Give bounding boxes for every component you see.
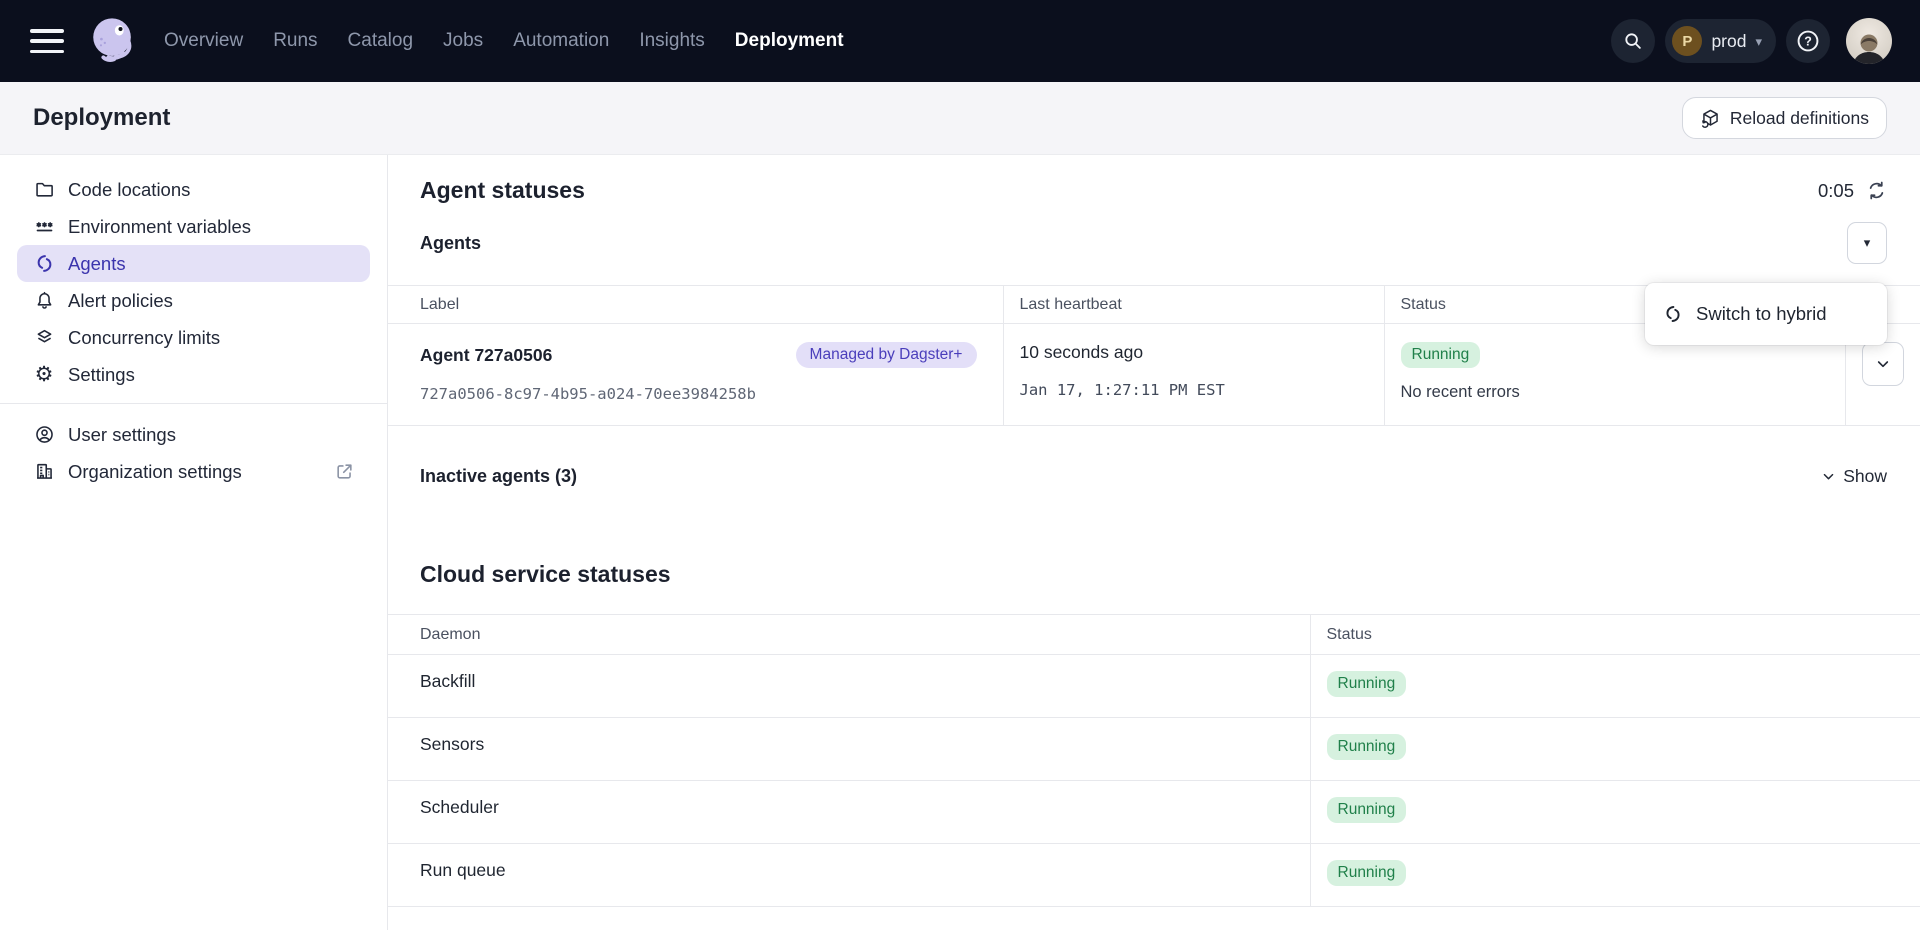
agents-heading: Agents [420, 233, 481, 254]
daemon-table-header-row: Daemon Status [388, 615, 1920, 655]
agent-id: 727a0506-8c97-4b95-a024-70ee3984258b [420, 385, 987, 403]
agent-icon [33, 253, 55, 274]
cloud-service-statuses-title: Cloud service statuses [420, 561, 1920, 588]
chevron-down-icon [1875, 356, 1891, 372]
column-header-last-heartbeat: Last heartbeat [1003, 286, 1384, 324]
folder-icon [33, 179, 55, 200]
managed-by-badge: Managed by Dagster+ [796, 342, 977, 368]
page-header: Deployment Reload definitions [0, 82, 1920, 155]
page-body: Code locations Environment variables [0, 155, 1920, 930]
building-icon [33, 461, 55, 482]
user-avatar[interactable] [1846, 18, 1892, 64]
reload-definitions-label: Reload definitions [1730, 108, 1869, 129]
help-button[interactable]: ? [1786, 19, 1830, 63]
sidebar-item-alert-policies[interactable]: Alert policies [17, 282, 370, 319]
top-nav: Overview Runs Catalog Jobs Automation In… [0, 0, 1920, 82]
nav-item-insights[interactable]: Insights [639, 30, 704, 52]
status-badge: Running [1401, 342, 1481, 368]
workspace-name: prod [1711, 31, 1746, 52]
status-note: No recent errors [1401, 383, 1829, 402]
sidebar-item-concurrency-limits[interactable]: Concurrency limits [17, 319, 370, 356]
sidebar-item-label: Alert policies [68, 290, 173, 312]
column-header-label: Label [388, 286, 1003, 324]
sidebar-item-environment-variables[interactable]: Environment variables [17, 208, 370, 245]
daemon-name: Scheduler [420, 797, 499, 817]
user-icon [33, 424, 55, 445]
dagster-deployment-page: Overview Runs Catalog Jobs Automation In… [0, 0, 1920, 930]
main-content: Agent statuses 0:05 Agents [388, 155, 1920, 930]
status-badge: Running [1327, 797, 1407, 823]
nav-item-overview[interactable]: Overview [164, 30, 243, 52]
nav-item-runs[interactable]: Runs [273, 30, 317, 52]
chevron-down-icon [1821, 469, 1836, 484]
search-button[interactable] [1611, 19, 1655, 63]
status-badge: Running [1327, 734, 1407, 760]
nav-item-deployment[interactable]: Deployment [735, 30, 844, 52]
column-header-status: Status [1310, 615, 1920, 655]
svg-text:?: ? [1804, 35, 1812, 49]
workspace-switcher[interactable]: P prod ▾ [1665, 19, 1776, 63]
daemon-name: Backfill [420, 671, 475, 691]
agents-menu-trigger-button[interactable]: ▾ [1847, 222, 1887, 264]
sidebar-item-settings[interactable]: ⚙ Settings [17, 356, 370, 393]
heartbeat-relative: 10 seconds ago [1020, 342, 1368, 363]
agent-row-actions-button[interactable] [1862, 342, 1904, 386]
agent-name: Agent 727a0506 [420, 345, 552, 366]
gear-icon: ⚙ [33, 364, 55, 385]
show-label: Show [1843, 466, 1887, 487]
sidebar-item-label: Concurrency limits [68, 327, 220, 349]
daemon-name: Run queue [420, 860, 506, 880]
sidebar-divider [0, 403, 387, 404]
daemon-name: Sensors [420, 734, 484, 754]
table-row: Backfill Running [388, 655, 1920, 718]
sidebar-item-label: Organization settings [68, 461, 242, 483]
table-row: Run queue Running [388, 844, 1920, 907]
sidebar-item-organization-settings[interactable]: Organization settings [17, 453, 370, 490]
nav-links: Overview Runs Catalog Jobs Automation In… [164, 30, 844, 52]
menu-item-switch-to-hybrid[interactable]: Switch to hybrid [1645, 289, 1887, 339]
deployment-sidebar: Code locations Environment variables [0, 155, 388, 930]
sidebar-item-user-settings[interactable]: User settings [17, 416, 370, 453]
page-title: Deployment [33, 104, 170, 132]
sidebar-item-label: Settings [68, 364, 135, 386]
nav-item-catalog[interactable]: Catalog [348, 30, 414, 52]
nav-item-automation[interactable]: Automation [513, 30, 609, 52]
help-icon: ? [1795, 28, 1821, 54]
cloud-services-table: Daemon Status Backfill Running Sensors R… [388, 614, 1920, 907]
refresh-icon[interactable] [1866, 180, 1887, 201]
nav-item-jobs[interactable]: Jobs [443, 30, 483, 52]
sidebar-item-label: User settings [68, 424, 176, 446]
sidebar-item-label: Code locations [68, 179, 190, 201]
hamburger-menu-icon[interactable] [30, 29, 64, 53]
env-vars-icon [33, 216, 55, 237]
status-badge: Running [1327, 671, 1407, 697]
show-inactive-agents-button[interactable]: Show [1821, 466, 1887, 487]
sidebar-item-agents[interactable]: Agents [17, 245, 370, 282]
table-row: Scheduler Running [388, 781, 1920, 844]
heartbeat-timestamp: Jan 17, 1:27:11 PM EST [1020, 381, 1368, 399]
chevron-down-icon: ▾ [1755, 35, 1762, 48]
reload-definitions-button[interactable]: Reload definitions [1682, 97, 1887, 139]
sidebar-item-label: Environment variables [68, 216, 251, 238]
layers-icon [33, 327, 55, 348]
status-badge: Running [1327, 860, 1407, 886]
agent-statuses-title: Agent statuses [420, 177, 585, 204]
workspace-avatar: P [1672, 26, 1702, 56]
search-icon [1622, 30, 1644, 52]
table-row: Sensors Running [388, 718, 1920, 781]
reload-package-icon [1700, 108, 1721, 129]
menu-item-label: Switch to hybrid [1696, 303, 1827, 325]
top-nav-right: P prod ▾ ? [1611, 18, 1892, 64]
agent-hybrid-icon [1663, 304, 1683, 324]
inactive-agents-heading: Inactive agents (3) [420, 466, 577, 487]
column-header-daemon: Daemon [388, 615, 1310, 655]
refresh-countdown: 0:05 [1818, 180, 1854, 202]
sidebar-item-code-locations[interactable]: Code locations [17, 171, 370, 208]
bell-icon [33, 290, 55, 311]
sidebar-item-label: Agents [68, 253, 126, 275]
external-link-icon [335, 462, 354, 481]
agent-actions-dropdown: Switch to hybrid [1645, 283, 1887, 345]
caret-down-icon: ▾ [1864, 235, 1871, 251]
dagster-logo-icon[interactable] [86, 14, 140, 68]
